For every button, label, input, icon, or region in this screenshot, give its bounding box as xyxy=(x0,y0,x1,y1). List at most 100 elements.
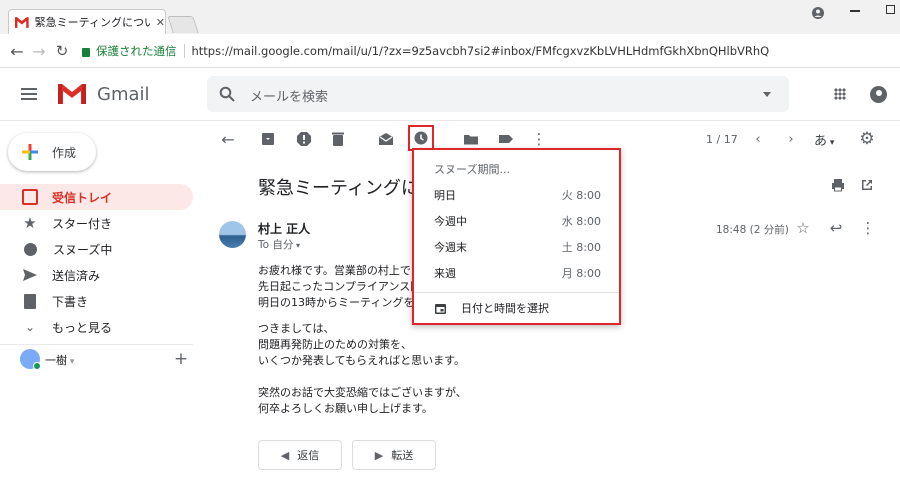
sidebar-item-label: 下書き xyxy=(52,294,89,309)
star-icon: ★ xyxy=(23,214,37,232)
reload-icon[interactable]: ↻ xyxy=(53,42,71,60)
new-tab-button[interactable] xyxy=(167,16,199,33)
mark-unread-icon[interactable] xyxy=(374,127,398,151)
newer-chevron-icon[interactable]: ‹ xyxy=(746,127,770,151)
snooze-option-later-this-week[interactable]: 今週中 水 8:00 xyxy=(414,208,619,234)
search-options-chevron-icon[interactable] xyxy=(763,92,771,97)
input-tools-button[interactable]: あ ▾ xyxy=(814,130,834,149)
snooze-option-label: 明日 xyxy=(434,189,456,202)
email-timestamp: 18:48 (2 分前) xyxy=(716,224,789,236)
online-status-icon xyxy=(33,362,41,370)
forward-button[interactable]: ▶ 転送 xyxy=(352,440,436,470)
reply-icon: ◀ xyxy=(280,448,290,462)
window-minimize-icon[interactable] xyxy=(850,10,860,12)
snooze-option-time: 水 8:00 xyxy=(561,215,601,228)
email-body-line: お疲れ様です。営業部の村上です xyxy=(258,264,422,277)
tab-close-icon[interactable]: ✕ xyxy=(156,16,165,29)
reply-arrow-icon[interactable]: ↩ xyxy=(826,218,846,238)
browser-tab-title: 緊急ミーティングについて - a xyxy=(34,16,150,29)
snooze-clock-icon xyxy=(414,131,428,145)
snooze-option-label: 今週末 xyxy=(434,241,467,254)
browser-tab[interactable]: 緊急ミーティングについて - a ✕ xyxy=(8,9,166,34)
recipient-dropdown-icon: ▾ xyxy=(293,241,300,250)
reply-button[interactable]: ◀ 返信 xyxy=(258,440,342,470)
snooze-option-time: 月 8:00 xyxy=(561,267,601,280)
settings-gear-icon[interactable]: ⚙ xyxy=(855,127,879,151)
forward-arrow-icon[interactable]: → xyxy=(30,42,48,61)
sidebar-item-more[interactable]: ⌄ もっと見る xyxy=(0,314,193,340)
hangouts-avatar[interactable] xyxy=(20,349,41,370)
email-subject: 緊急ミーティングに xyxy=(258,178,419,199)
open-in-new-window-icon[interactable] xyxy=(859,177,875,193)
hangouts-account-name[interactable]: 一樹 ▾ xyxy=(45,352,74,368)
sidebar-item-label: スター付き xyxy=(52,216,113,231)
back-to-inbox-icon[interactable]: ← xyxy=(216,127,240,151)
pagination-text: 1 / 17 xyxy=(706,133,738,146)
secure-label: 保護された通信 xyxy=(96,44,177,58)
snooze-option-label: 日付と時間を選択 xyxy=(461,302,549,315)
compose-button[interactable]: 作成 xyxy=(8,133,96,171)
snooze-option-tomorrow[interactable]: 明日 火 8:00 xyxy=(414,182,619,208)
email-body-line: つきましては、 xyxy=(258,322,335,335)
email-body-line: 何卒よろしくお願い申し上げます。 xyxy=(258,402,433,415)
email-body-line: 問題再発防止のための対策を、 xyxy=(258,338,412,351)
sidebar-item-label: 受信トレイ xyxy=(52,190,113,205)
snooze-menu-divider xyxy=(414,292,619,293)
forward-icon: ▶ xyxy=(374,448,384,462)
send-icon xyxy=(23,269,37,281)
recipient-line[interactable]: To 自分 ▾ xyxy=(258,237,300,252)
back-arrow-icon[interactable]: ← xyxy=(8,42,26,61)
email-body-line: いくつか発表してもらえればと思います。 xyxy=(258,354,466,367)
snooze-option-time: 土 8:00 xyxy=(561,241,601,254)
snooze-option-label: 今週中 xyxy=(434,215,467,228)
url-text: https://mail.google.com/mail/u/1/?zx=9z5… xyxy=(191,44,770,58)
clock-icon xyxy=(24,242,37,256)
compose-label: 作成 xyxy=(52,145,77,160)
delete-icon[interactable] xyxy=(326,127,350,151)
apps-grid-icon[interactable] xyxy=(834,88,846,100)
email-body-line: 突然のお話で大変恐縮ではございますが、 xyxy=(258,386,467,399)
sender-avatar[interactable] xyxy=(219,221,246,248)
chevron-down-icon: ⌄ xyxy=(24,320,36,334)
snooze-option-label: 来週 xyxy=(434,267,456,280)
sidebar-item-inbox[interactable]: 受信トレイ xyxy=(0,184,193,210)
profile-icon[interactable] xyxy=(810,5,826,21)
inbox-icon xyxy=(22,189,38,205)
window-maximize-icon[interactable] xyxy=(886,5,895,14)
sidebar-item-drafts[interactable]: 下書き xyxy=(0,288,193,314)
input-tools-dropdown-icon: ▾ xyxy=(827,138,835,148)
sidebar-item-snoozed[interactable]: スヌーズ中 xyxy=(0,236,193,262)
star-toggle-icon[interactable]: ☆ xyxy=(793,218,813,238)
message-more-options-icon[interactable]: ⋮ xyxy=(858,218,878,238)
main-menu-icon[interactable] xyxy=(21,88,37,100)
print-icon[interactable] xyxy=(830,177,846,193)
sidebar-divider xyxy=(0,344,193,345)
email-body-line: 明日の13時からミーティングを行 xyxy=(258,296,426,309)
snooze-option-this-weekend[interactable]: 今週末 土 8:00 xyxy=(414,234,619,260)
lock-icon xyxy=(82,47,90,57)
gmail-wordmark: Gmail xyxy=(97,84,150,105)
search-input[interactable]: メールを検索 xyxy=(250,86,328,105)
older-chevron-icon[interactable]: › xyxy=(779,127,803,151)
account-dropdown-icon: ▾ xyxy=(67,357,75,367)
omnibox[interactable]: 保護された通信 https://mail.google.com/mail/u/1… xyxy=(74,40,900,62)
sidebar-item-starred[interactable]: ★ スター付き xyxy=(0,210,193,236)
search-icon[interactable] xyxy=(219,86,235,102)
snooze-menu: スヌーズ期間... 明日 火 8:00 今週中 水 8:00 今週末 土 8:0… xyxy=(412,148,621,325)
report-spam-icon[interactable] xyxy=(292,127,316,151)
draft-icon xyxy=(24,293,36,309)
gmail-logo-icon xyxy=(58,84,86,104)
gmail-favicon-icon xyxy=(15,16,29,28)
email-body-line: 先日起こったコンプライアンス問 xyxy=(258,280,422,293)
snooze-option-next-week[interactable]: 来週 月 8:00 xyxy=(414,260,619,286)
sidebar-item-label: スヌーズ中 xyxy=(53,242,113,257)
sidebar-item-label: 送信済み xyxy=(52,268,101,283)
sidebar-item-sent[interactable]: 送信済み xyxy=(0,262,193,288)
sender-name[interactable]: 村上 正人 xyxy=(258,220,310,237)
account-avatar-icon[interactable] xyxy=(870,86,887,103)
calendar-icon xyxy=(435,303,446,314)
snooze-option-pick-date[interactable]: 日付と時間を選択 xyxy=(414,295,619,321)
snooze-menu-title: スヌーズ期間... xyxy=(434,163,510,176)
archive-icon[interactable] xyxy=(256,127,280,151)
add-contact-plus-icon[interactable]: + xyxy=(173,349,189,369)
